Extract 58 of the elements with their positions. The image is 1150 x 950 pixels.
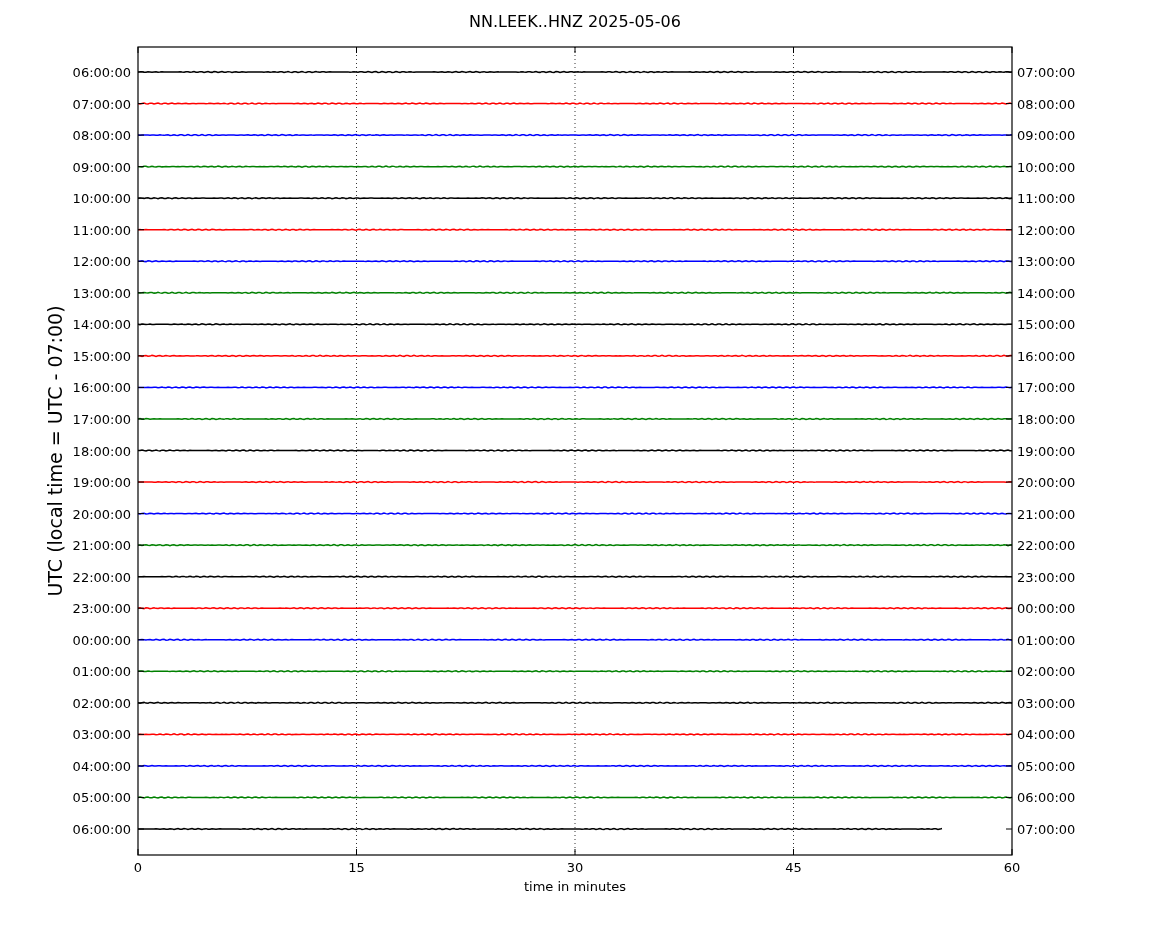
y-axis-label: UTC (local time = UTC - 07:00) [44,305,66,597]
x-tick-label: 30 [566,860,584,875]
y-tick-label: 16:00:00 [72,380,131,396]
y-tick-label: 07:00:00 [72,96,131,112]
y-tick-label: 03:00:00 [72,727,131,743]
y-tick-label: 22:00:00 [1017,538,1076,554]
y-tick-label: 11:00:00 [72,222,131,238]
y-tick-label: 08:00:00 [72,128,131,144]
x-axis-label: time in minutes [523,879,627,894]
y-tick-label: 04:00:00 [72,758,131,774]
y-tick-label: 06:00:00 [1017,790,1076,806]
y-tick-label: 22:00:00 [72,569,131,585]
y-tick-label: 20:00:00 [72,506,131,522]
y-tick-label: 15:00:00 [72,348,131,364]
x-tick-label: 45 [785,860,802,875]
y-tick-label: 17:00:00 [72,411,131,427]
y-tick-label: 01:00:00 [1017,632,1076,648]
y-tick-label: 23:00:00 [72,601,131,617]
y-tick-label: 19:00:00 [1017,443,1076,459]
y-tick-label: 18:00:00 [72,443,131,459]
y-tick-label: 21:00:00 [1017,506,1076,522]
x-tick-label: 0 [133,860,143,875]
y-tick-label: 06:00:00 [72,822,131,837]
y-tick-label: 00:00:00 [1017,601,1076,617]
y-tick-label: 02:00:00 [72,695,131,711]
y-tick-label: 13:00:00 [72,285,131,301]
y-tick-label: 14:00:00 [72,317,131,333]
y-tick-label: 12:00:00 [72,254,131,270]
y-tick-label: 11:00:00 [1017,191,1076,207]
y-tick-label: 19:00:00 [72,475,131,491]
y-tick-label: 18:00:00 [1017,411,1076,427]
y-tick-label: 10:00:00 [1017,159,1076,175]
y-tick-label: 09:00:00 [72,159,131,175]
y-tick-label: 20:00:00 [1017,475,1076,491]
y-tick-label: 21:00:00 [72,538,131,554]
y-tick-label: 13:00:00 [1017,254,1076,270]
y-tick-label: 07:00:00 [1017,822,1076,837]
y-tick-label: 14:00:00 [1017,285,1076,301]
y-tick-label: 10:00:00 [72,191,131,207]
y-tick-label: 08:00:00 [1017,96,1076,112]
y-tick-label: 01:00:00 [72,664,131,680]
chart-title: NN.LEEK..HNZ 2025-05-06 [469,12,681,31]
y-tick-label: 09:00:00 [1017,128,1076,144]
y-tick-label: 17:00:00 [1017,380,1076,396]
y-tick-label: 16:00:00 [1017,348,1076,364]
y-tick-label: 05:00:00 [1017,758,1076,774]
y-tick-label: 04:00:00 [1017,727,1076,743]
y-tick-label: 02:00:00 [1017,664,1076,680]
y-tick-label: 06:00:00 [72,65,131,80]
y-tick-label: 12:00:00 [1017,222,1076,238]
y-tick-label: 05:00:00 [72,790,131,806]
y-tick-label: 00:00:00 [72,632,131,648]
y-tick-label: 07:00:00 [1017,65,1076,80]
y-tick-label: 23:00:00 [1017,569,1076,585]
y-tick-label: 15:00:00 [1017,317,1076,333]
x-tick-label: 15 [348,860,365,875]
x-tick-label: 60 [1003,860,1021,875]
y-tick-label: 03:00:00 [1017,695,1076,711]
